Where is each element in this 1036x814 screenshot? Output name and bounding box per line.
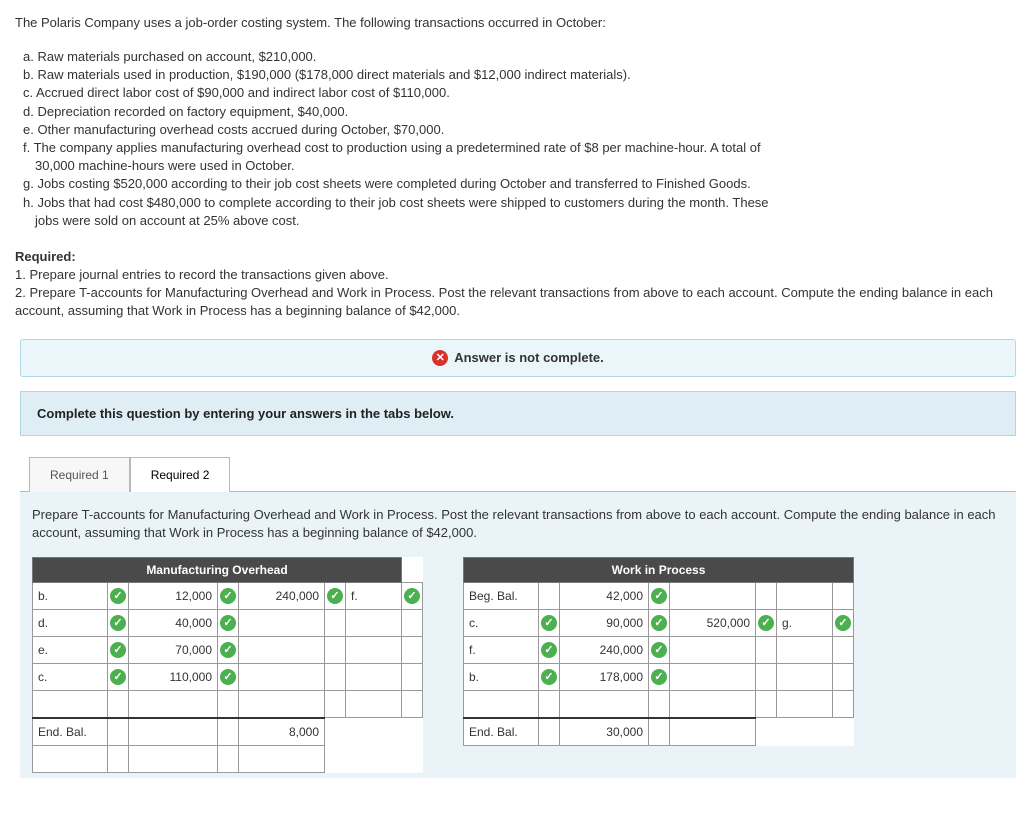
check-icon: ✓ [220, 588, 236, 604]
tab-body: Prepare T-accounts for Manufacturing Ove… [20, 491, 1016, 777]
trans-b: b. Raw materials used in production, $19… [23, 66, 1021, 84]
wip-r1-la[interactable]: 90,000 [560, 609, 649, 636]
trans-f2: 30,000 machine-hours were used in Octobe… [35, 157, 1021, 175]
moh-end-label: End. Bal. [33, 718, 108, 746]
wip-r3-lac: ✓ [649, 663, 670, 690]
wip-r0-lac: ✓ [649, 582, 670, 609]
required-1: 1. Prepare journal entries to record the… [15, 266, 1021, 284]
check-icon: ✓ [541, 615, 557, 631]
check-icon: ✓ [758, 615, 774, 631]
moh-r0-l[interactable]: b. [33, 582, 108, 609]
moh-r1-la[interactable]: 40,000 [129, 609, 218, 636]
moh-r0-rac: ✓ [325, 582, 346, 609]
moh-r2-lc: ✓ [108, 636, 129, 663]
wip-r2-lac: ✓ [649, 636, 670, 663]
wip-r2-l[interactable]: f. [464, 636, 539, 663]
wip-r1-rc: ✓ [833, 609, 854, 636]
check-icon: ✓ [541, 669, 557, 685]
intro-text: The Polaris Company uses a job-order cos… [15, 15, 1021, 30]
check-icon: ✓ [110, 588, 126, 604]
wip-end-right[interactable] [670, 718, 756, 746]
moh-title: Manufacturing Overhead [33, 557, 402, 582]
moh-r3-la[interactable]: 110,000 [129, 663, 218, 690]
check-icon: ✓ [835, 615, 851, 631]
alert-text: Answer is not complete. [454, 350, 604, 365]
answer-incomplete-alert: ✕ Answer is not complete. [20, 339, 1016, 378]
required-block: Required: 1. Prepare journal entries to … [15, 248, 1021, 321]
check-icon: ✓ [220, 642, 236, 658]
check-icon: ✓ [110, 615, 126, 631]
wip-r1-l[interactable]: c. [464, 609, 539, 636]
check-icon: ✓ [110, 642, 126, 658]
tab-required-2[interactable]: Required 2 [130, 457, 231, 492]
wip-t-account: Work in Process Beg. Bal. 42,000 ✓ c. ✓ … [463, 557, 854, 746]
wip-r1-rac: ✓ [756, 609, 777, 636]
trans-g: g. Jobs costing $520,000 according to th… [23, 175, 1021, 193]
required-2: 2. Prepare T-accounts for Manufacturing … [15, 284, 1021, 320]
moh-r0-r[interactable]: f. [346, 582, 402, 609]
moh-r2-lac: ✓ [218, 636, 239, 663]
trans-e: e. Other manufacturing overhead costs ac… [23, 121, 1021, 139]
tab-required-1[interactable]: Required 1 [29, 457, 130, 492]
wip-r1-r[interactable]: g. [777, 609, 833, 636]
wip-r2-la[interactable]: 240,000 [560, 636, 649, 663]
moh-r1-r[interactable] [346, 609, 402, 636]
moh-t-account: Manufacturing Overhead b. ✓ 12,000 ✓ 240… [32, 557, 423, 773]
moh-r2-la[interactable]: 70,000 [129, 636, 218, 663]
check-icon: ✓ [327, 588, 343, 604]
trans-f1: f. The company applies manufacturing ove… [23, 139, 1021, 157]
trans-h2: jobs were sold on account at 25% above c… [35, 212, 1021, 230]
moh-end-right[interactable]: 8,000 [239, 718, 325, 746]
moh-r1-ra[interactable] [239, 609, 325, 636]
wip-r0-l[interactable]: Beg. Bal. [464, 582, 539, 609]
moh-r1-lc: ✓ [108, 609, 129, 636]
tab-row: Required 1Required 2 [29, 456, 1021, 491]
moh-r3-lac: ✓ [218, 663, 239, 690]
check-icon: ✓ [404, 588, 420, 604]
check-icon: ✓ [651, 642, 667, 658]
wip-r3-lc: ✓ [539, 663, 560, 690]
check-icon: ✓ [651, 669, 667, 685]
check-icon: ✓ [220, 615, 236, 631]
moh-r1-lac: ✓ [218, 609, 239, 636]
moh-r3-l[interactable]: c. [33, 663, 108, 690]
moh-r0-la[interactable]: 12,000 [129, 582, 218, 609]
wip-r3-la[interactable]: 178,000 [560, 663, 649, 690]
wip-end-left[interactable]: 30,000 [560, 718, 649, 746]
wip-r1-ra[interactable]: 520,000 [670, 609, 756, 636]
x-icon: ✕ [432, 350, 448, 366]
tab-prompt: Prepare T-accounts for Manufacturing Ove… [32, 506, 1004, 542]
check-icon: ✓ [110, 669, 126, 685]
moh-r1-l[interactable]: d. [33, 609, 108, 636]
wip-r1-lc: ✓ [539, 609, 560, 636]
moh-r0-rc: ✓ [402, 582, 423, 609]
trans-d: d. Depreciation recorded on factory equi… [23, 103, 1021, 121]
moh-end-left[interactable] [129, 718, 218, 746]
wip-r3-l[interactable]: b. [464, 663, 539, 690]
required-header: Required: [15, 248, 1021, 266]
wip-r0-la[interactable]: 42,000 [560, 582, 649, 609]
moh-r2-l[interactable]: e. [33, 636, 108, 663]
trans-h1: h. Jobs that had cost $480,000 to comple… [23, 194, 1021, 212]
wip-title: Work in Process [464, 557, 854, 582]
wip-end-label: End. Bal. [464, 718, 539, 746]
check-icon: ✓ [651, 588, 667, 604]
check-icon: ✓ [220, 669, 236, 685]
wip-r1-lac: ✓ [649, 609, 670, 636]
trans-c: c. Accrued direct labor cost of $90,000 … [23, 84, 1021, 102]
check-icon: ✓ [541, 642, 557, 658]
moh-r0-ra[interactable]: 240,000 [239, 582, 325, 609]
moh-r0-lac: ✓ [218, 582, 239, 609]
trans-a: a. Raw materials purchased on account, $… [23, 48, 1021, 66]
transactions-list: a. Raw materials purchased on account, $… [15, 48, 1021, 230]
wip-r2-lc: ✓ [539, 636, 560, 663]
check-icon: ✓ [651, 615, 667, 631]
moh-r0-lc: ✓ [108, 582, 129, 609]
tabs-instruction: Complete this question by entering your … [20, 391, 1016, 436]
moh-r3-lc: ✓ [108, 663, 129, 690]
